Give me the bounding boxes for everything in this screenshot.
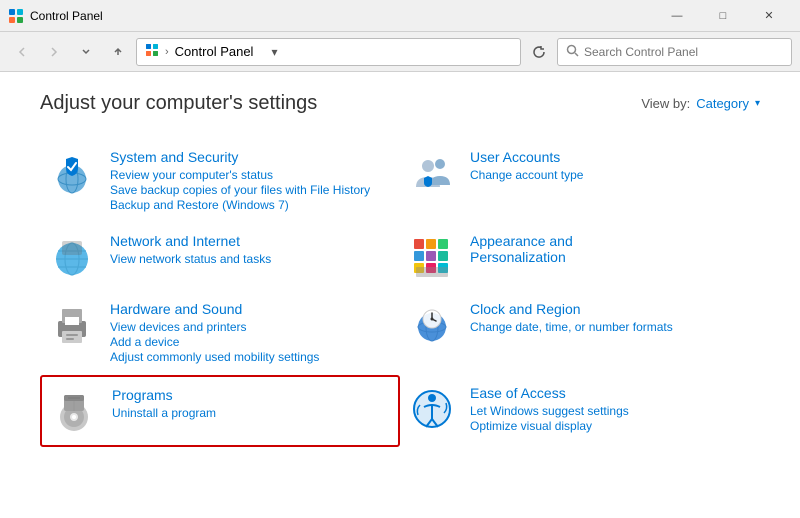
address-bar: › Control Panel ▾ [0,32,800,72]
appearance-text: Appearance andPersonalization [470,233,752,268]
address-dropdown-button[interactable]: ▾ [263,38,285,66]
back-button[interactable] [8,38,36,66]
programs-name[interactable]: Programs [112,387,390,403]
ease-of-access-link-2[interactable]: Optimize visual display [470,419,752,433]
programs-text: Programs Uninstall a program [112,387,390,421]
programs-link-1[interactable]: Uninstall a program [112,406,390,420]
forward-button[interactable] [40,38,68,66]
category-clock-region[interactable]: Clock and Region Change date, time, or n… [400,291,760,375]
address-icon [145,43,159,60]
hardware-sound-link-1[interactable]: View devices and printers [110,320,392,334]
title-bar-text: Control Panel [30,9,654,23]
clock-region-name[interactable]: Clock and Region [470,301,752,317]
hardware-sound-icon [48,301,96,349]
system-security-icon [48,149,96,197]
network-internet-text: Network and Internet View network status… [110,233,392,267]
system-security-link-2[interactable]: Save backup copies of your files with Fi… [110,183,392,197]
system-security-name[interactable]: System and Security [110,149,392,165]
network-internet-name[interactable]: Network and Internet [110,233,392,249]
ease-of-access-name[interactable]: Ease of Access [470,385,752,401]
up-button[interactable] [104,38,132,66]
maximize-button[interactable]: □ [700,0,746,32]
programs-icon [50,387,98,435]
ease-of-access-link-1[interactable]: Let Windows suggest settings [470,404,752,418]
address-breadcrumb: Control Panel [175,44,254,59]
category-ease-of-access[interactable]: Ease of Access Let Windows suggest setti… [400,375,760,447]
system-security-text: System and Security Review your computer… [110,149,392,213]
clock-region-text: Clock and Region Change date, time, or n… [470,301,752,335]
app-icon [8,8,24,24]
hardware-sound-name[interactable]: Hardware and Sound [110,301,392,317]
system-security-link-3[interactable]: Backup and Restore (Windows 7) [110,198,392,212]
search-icon [566,44,579,60]
categories-grid: System and Security Review your computer… [40,139,760,447]
close-button[interactable]: ✕ [746,0,792,32]
ease-of-access-icon [408,385,456,433]
title-bar-controls: — □ ✕ [654,0,792,32]
page-header: Adjust your computer's settings View by:… [40,92,760,115]
user-accounts-link-1[interactable]: Change account type [470,168,752,182]
minimize-button[interactable]: — [654,0,700,32]
category-appearance[interactable]: Appearance andPersonalization [400,223,760,291]
hardware-sound-link-3[interactable]: Adjust commonly used mobility settings [110,350,392,364]
title-bar: Control Panel — □ ✕ [0,0,800,32]
category-programs[interactable]: Programs Uninstall a program [40,375,400,447]
view-by-label: View by: [641,96,690,111]
view-by-arrow: ▾ [755,98,760,109]
view-by-value[interactable]: Category [696,96,749,111]
view-by-control[interactable]: View by: Category ▾ [641,96,760,111]
network-internet-icon [48,233,96,281]
network-internet-link-1[interactable]: View network status and tasks [110,252,392,266]
category-user-accounts[interactable]: User Accounts Change account type [400,139,760,223]
search-input[interactable] [584,45,783,59]
appearance-icon [408,233,456,281]
address-field[interactable]: › Control Panel ▾ [136,38,521,66]
clock-region-link-1[interactable]: Change date, time, or number formats [470,320,752,334]
category-hardware-sound[interactable]: Hardware and Sound View devices and prin… [40,291,400,375]
clock-region-icon [408,301,456,349]
hardware-sound-text: Hardware and Sound View devices and prin… [110,301,392,365]
user-accounts-name[interactable]: User Accounts [470,149,752,165]
page-title: Adjust your computer's settings [40,92,317,115]
recent-locations-button[interactable] [72,38,100,66]
hardware-sound-link-2[interactable]: Add a device [110,335,392,349]
user-accounts-icon [408,149,456,197]
category-system-security[interactable]: System and Security Review your computer… [40,139,400,223]
appearance-name[interactable]: Appearance andPersonalization [470,233,752,265]
ease-of-access-text: Ease of Access Let Windows suggest setti… [470,385,752,434]
refresh-button[interactable] [525,38,553,66]
category-network-internet[interactable]: Network and Internet View network status… [40,223,400,291]
search-box[interactable] [557,38,792,66]
address-separator: › [165,46,169,58]
user-accounts-text: User Accounts Change account type [470,149,752,183]
main-content: Adjust your computer's settings View by:… [0,72,800,518]
system-security-link-1[interactable]: Review your computer's status [110,168,392,182]
address-actions: ▾ [263,38,285,66]
